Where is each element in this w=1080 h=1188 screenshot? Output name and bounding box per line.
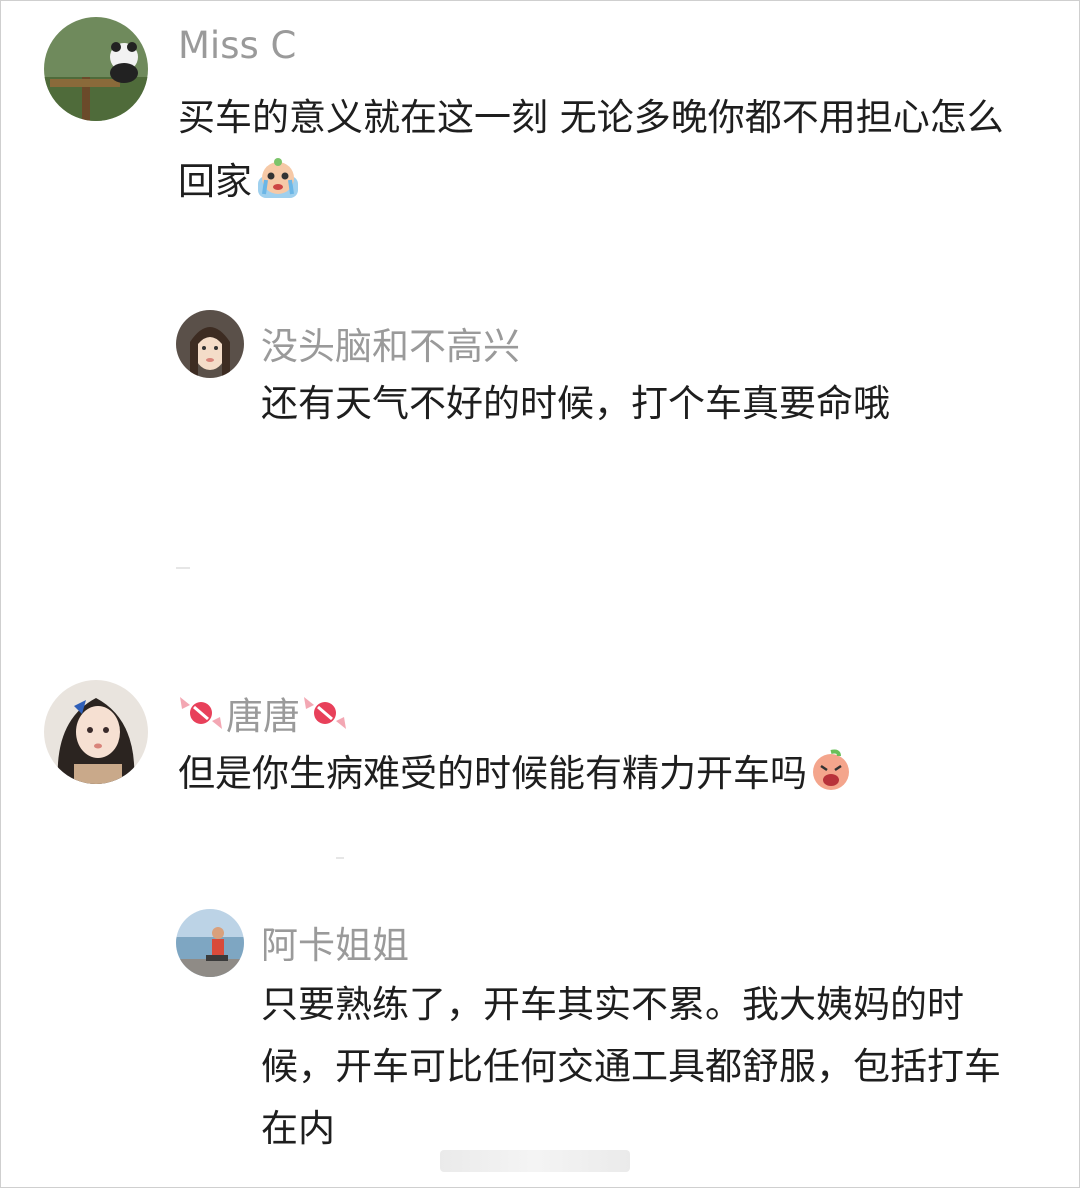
comment-text: 只要熟练了，开车其实不累。我大姨妈的时候，开车可比任何交通工具都舒服，包括打车在… [261, 983, 1001, 1150]
comment-text: 买车的意义就在这一刻 无论多晚你都不用担心怎么回家 [178, 86, 1038, 220]
username-row[interactable]: 唐唐 [178, 686, 348, 742]
avatar[interactable] [44, 17, 148, 121]
divider [176, 567, 190, 569]
comment-text: 还有天气不好的时候，打个车真要命哦 [261, 382, 890, 425]
girl-avatar-image [176, 310, 244, 378]
comment-body: 但是你生病难受的时候能有精力开车吗 [178, 752, 807, 795]
avatar[interactable] [176, 310, 244, 378]
beach-avatar-image [176, 909, 244, 977]
candy-icon [178, 693, 224, 742]
username[interactable]: 没头脑和不高兴 [261, 316, 520, 370]
username[interactable]: 阿卡姐姐 [261, 915, 409, 969]
blurred-overlay [440, 1150, 630, 1172]
divider [336, 857, 344, 859]
avatar[interactable] [44, 680, 148, 784]
avatar[interactable] [176, 909, 244, 977]
exhausted-face-emoji-icon [809, 748, 853, 810]
candy-icon [302, 693, 348, 742]
panda-avatar-image [44, 17, 148, 121]
crying-face-emoji-icon [254, 156, 302, 220]
girl-avatar-image [44, 680, 148, 784]
username[interactable]: Miss C [178, 24, 296, 67]
comment-text: 但是你生病难受的时候能有精力开车吗 [178, 744, 1058, 810]
username: 唐唐 [226, 695, 300, 738]
